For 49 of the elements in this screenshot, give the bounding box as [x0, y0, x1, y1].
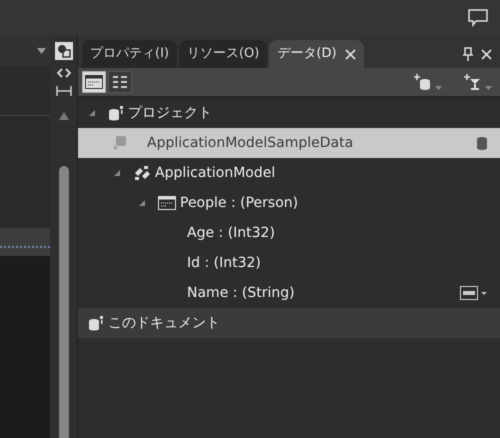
- tree-label: ApplicationModelSampleData: [147, 134, 354, 152]
- caret-icon: [435, 86, 442, 90]
- pin-icon[interactable]: [463, 47, 473, 61]
- tree-row[interactable]: Id : (Int32): [78, 248, 500, 278]
- expander-icon[interactable]: [113, 169, 121, 177]
- data-source-icon: [113, 135, 127, 151]
- text-type-icon[interactable]: [460, 286, 488, 300]
- tree-label: Name : (String): [187, 284, 295, 302]
- database-icon: [108, 105, 124, 121]
- database-icon: [88, 315, 104, 331]
- tree-label: プロジェクト: [128, 104, 212, 122]
- tree-row[interactable]: People : (Person): [78, 188, 500, 218]
- panel-tab[interactable]: データ(D): [269, 40, 364, 68]
- caret-icon: [485, 86, 492, 90]
- scrollbar[interactable]: [56, 112, 70, 438]
- tree-label: ApplicationModel: [155, 164, 276, 182]
- add-goblet-icon: [464, 74, 482, 90]
- grid-view-icon: [113, 76, 127, 88]
- model-icon: [133, 165, 151, 181]
- view-button[interactable]: [82, 71, 106, 93]
- tree-row[interactable]: このドキュメント: [78, 308, 500, 338]
- database-icon[interactable]: [476, 136, 488, 150]
- tree-label: Id : (Int32): [187, 254, 261, 272]
- comment-icon[interactable]: [468, 9, 488, 27]
- tree-row[interactable]: プロジェクト: [78, 98, 500, 128]
- dropdown-arrow-icon[interactable]: [37, 48, 46, 54]
- scroll-up-icon[interactable]: [58, 112, 68, 120]
- shapes-icon[interactable]: [54, 42, 72, 60]
- tree-row[interactable]: ApplicationModel: [78, 158, 500, 188]
- panel-tab[interactable]: プロパティ(I): [82, 40, 177, 68]
- tree-row[interactable]: Name : (String): [78, 278, 500, 308]
- scroll-thumb[interactable]: [58, 166, 68, 438]
- tree-label: People : (Person): [180, 194, 298, 212]
- table-icon: [158, 196, 176, 210]
- selected-element: [0, 228, 50, 256]
- view-button[interactable]: [108, 71, 132, 93]
- add-database-icon: [414, 74, 432, 90]
- tree-label: このドキュメント: [108, 314, 220, 332]
- close-icon[interactable]: [481, 48, 492, 60]
- tree-row[interactable]: ApplicationModelSampleData: [78, 128, 500, 158]
- tree-row[interactable]: Age : (Int32): [78, 218, 500, 248]
- expander-icon[interactable]: [138, 199, 146, 207]
- close-icon[interactable]: [344, 48, 356, 60]
- code-icon[interactable]: [56, 68, 70, 78]
- width-icon[interactable]: [56, 86, 72, 96]
- expander-icon[interactable]: [88, 109, 96, 117]
- tree-label: Age : (Int32): [187, 224, 275, 242]
- list-view-icon: [85, 75, 103, 89]
- panel-tab[interactable]: リソース(O): [178, 40, 268, 68]
